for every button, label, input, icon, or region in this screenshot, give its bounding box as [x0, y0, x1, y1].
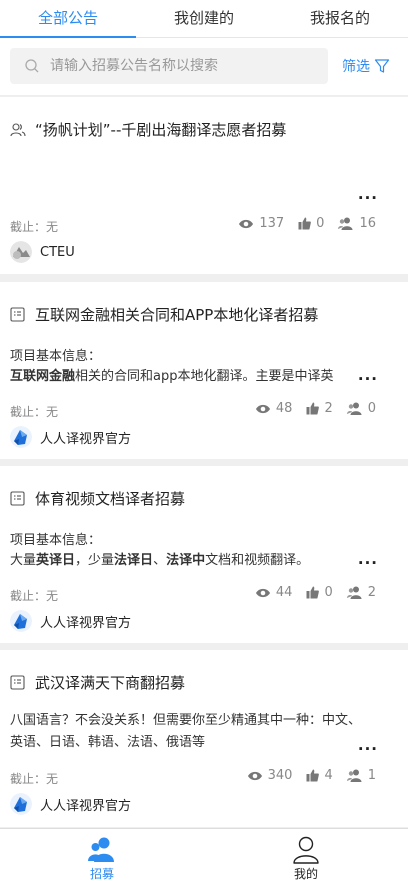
- search-icon: [24, 58, 40, 74]
- card-description: 八国语言？不会没关系！但需要你至少精通其中一种：中文、 英语、日语、韩语、法语、…: [10, 713, 362, 750]
- more-options-button[interactable]: ...: [358, 366, 378, 384]
- card-title: 体育视频文档译者招募: [35, 490, 186, 508]
- card-description: 互联网金融相关的合同和app本地化翻译。主要是中译英: [10, 369, 334, 384]
- card-stats: 340 4 1: [233, 768, 376, 783]
- thumbs-up-icon: [298, 217, 312, 230]
- document-icon: [10, 306, 26, 323]
- deadline-text: 截止：无: [10, 589, 59, 603]
- card-stats: 137 0 16: [224, 216, 376, 231]
- thumbs-up-icon: [306, 586, 320, 599]
- avatar: [10, 426, 32, 448]
- search-bar: 筛选: [0, 38, 408, 96]
- nav-recruit[interactable]: 招募: [0, 829, 204, 883]
- more-options-button[interactable]: ...: [358, 550, 378, 568]
- author[interactable]: 人人译视界官方: [10, 610, 131, 632]
- view-count: 48: [275, 401, 293, 416]
- card-description: 大量英译日，少量法译日、法译中文档和视频翻译。: [10, 553, 310, 568]
- announcement-card[interactable]: “扬帆计划”--千剧出海翻译志愿者招募 ... 截止：无 137 0 16 CT…: [0, 97, 408, 274]
- eye-icon: [247, 771, 262, 780]
- card-title: “扬帆计划”--千剧出海翻译志愿者招募: [35, 121, 287, 139]
- view-count: 340: [267, 768, 293, 783]
- thumbs-up-icon: [306, 769, 320, 782]
- author[interactable]: CTEU: [10, 241, 75, 263]
- tab-bar: 全部公告 我创建的 我报名的: [0, 0, 408, 38]
- filter-label: 筛选: [342, 59, 370, 75]
- deadline-text: 截止：无: [10, 220, 59, 234]
- bottom-nav: 招募 我的: [0, 828, 408, 883]
- announcement-card[interactable]: 互联网金融相关合同和APP本地化译者招募 项目基本信息： 互联网金融相关的合同和…: [0, 282, 408, 459]
- applicants-icon: [346, 769, 362, 782]
- view-count: 137: [259, 216, 285, 231]
- eye-icon: [239, 219, 254, 228]
- nav-mine[interactable]: 我的: [204, 829, 408, 883]
- like-count: 0: [324, 585, 333, 600]
- announcement-card[interactable]: 体育视频文档译者招募 项目基本信息： 大量英译日，少量法译日、法译中文档和视频翻…: [0, 466, 408, 643]
- applicant-count: 16: [359, 216, 376, 231]
- avatar: [10, 793, 32, 815]
- author[interactable]: 人人译视界官方: [10, 426, 131, 448]
- author-name: 人人译视界官方: [40, 798, 132, 814]
- filter-icon: [374, 59, 390, 73]
- deadline-text: 截止：无: [10, 772, 59, 786]
- card-title: 武汉译满天下商翻招募: [35, 674, 186, 692]
- nav-recruit-label: 招募: [89, 867, 114, 881]
- author[interactable]: 人人译视界官方: [10, 793, 131, 815]
- author-name: 人人译视界官方: [40, 615, 132, 631]
- desc-label: 项目基本信息：: [10, 533, 102, 548]
- desc-label: 项目基本信息：: [10, 349, 102, 364]
- eye-icon: [255, 404, 270, 413]
- applicant-count: 0: [367, 401, 376, 416]
- group-icon: [10, 122, 26, 138]
- thumbs-up-icon: [306, 402, 320, 415]
- tab-all-announcements[interactable]: 全部公告: [0, 0, 136, 38]
- document-icon: [10, 490, 26, 507]
- applicant-count: 2: [367, 585, 376, 600]
- eye-icon: [255, 588, 270, 597]
- announcement-card[interactable]: 武汉译满天下商翻招募 八国语言？不会没关系！但需要你至少精通其中一种：中文、 英…: [0, 650, 408, 827]
- view-count: 44: [275, 585, 293, 600]
- author-name: CTEU: [40, 244, 75, 260]
- recruit-icon: [87, 833, 117, 865]
- avatar: [10, 241, 32, 263]
- search-input[interactable]: [50, 58, 320, 74]
- applicants-icon: [338, 217, 353, 230]
- applicant-count: 1: [367, 768, 376, 783]
- like-count: 0: [316, 216, 325, 231]
- more-options-button[interactable]: ...: [358, 185, 378, 203]
- tab-my-created[interactable]: 我创建的: [136, 0, 272, 37]
- tab-my-registered[interactable]: 我报名的: [272, 0, 408, 37]
- user-icon: [291, 833, 321, 865]
- avatar: [10, 610, 32, 632]
- nav-mine-label: 我的: [293, 867, 318, 881]
- like-count: 2: [324, 401, 333, 416]
- document-icon: [10, 674, 26, 691]
- like-count: 4: [324, 768, 333, 783]
- search-box[interactable]: [10, 48, 328, 84]
- filter-button[interactable]: 筛选: [342, 56, 390, 76]
- applicants-icon: [346, 402, 362, 415]
- deadline-text: 截止：无: [10, 405, 59, 419]
- card-stats: 48 2 0: [241, 401, 376, 416]
- card-stats: 44 0 2: [241, 585, 376, 600]
- card-title: 互联网金融相关合同和APP本地化译者招募: [35, 306, 319, 324]
- applicants-icon: [346, 586, 362, 599]
- more-options-button[interactable]: ...: [358, 736, 378, 754]
- author-name: 人人译视界官方: [40, 431, 132, 447]
